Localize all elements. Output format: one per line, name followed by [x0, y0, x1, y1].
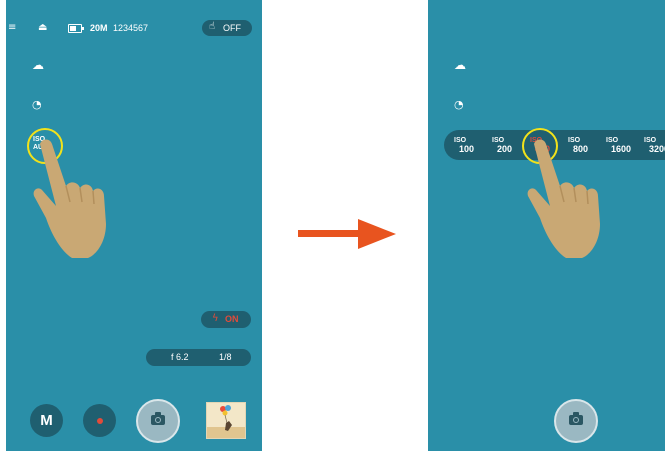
photo-thumbnail[interactable] — [206, 402, 246, 439]
cloud-icon[interactable]: ☁ — [32, 58, 44, 72]
timer-off-icon[interactable]: ◔ — [32, 98, 42, 111]
exposure-readout[interactable]: f 6.2 1/8 — [146, 349, 251, 366]
cloud-icon[interactable]: ☁ — [454, 58, 466, 72]
record-icon — [97, 418, 103, 424]
menu-icon[interactable]: ≡ — [8, 23, 16, 33]
aperture-value: f 6.2 — [171, 352, 189, 362]
touch-hand-icon: ☝ — [209, 21, 216, 32]
flash-toggle[interactable]: ϟ ON — [201, 311, 251, 328]
record-button[interactable] — [83, 404, 116, 437]
touch-shutter-toggle[interactable]: ☝ OFF — [202, 20, 252, 36]
status-bar: ≡ ⏏ 20M 1234567 ☝ OFF — [6, 20, 262, 38]
shot-counter: 1234567 — [113, 23, 149, 33]
iso-option-200[interactable]: ISO 200 — [492, 136, 512, 154]
shutter-button[interactable] — [554, 399, 598, 443]
shutter-button[interactable] — [136, 399, 180, 443]
timer-off-icon[interactable]: ◔ — [454, 98, 464, 111]
eject-icon[interactable]: ⏏ — [38, 22, 47, 33]
thumbnail-image — [207, 403, 245, 438]
iso-option-100[interactable]: ISO 100 — [454, 136, 474, 154]
iso-option-value: 1600 — [611, 144, 632, 154]
iso-option-value: 200 — [497, 144, 513, 154]
camera-icon — [151, 412, 165, 425]
iso-option-1600[interactable]: ISO 1600 — [606, 136, 631, 154]
iso-option-label: ISO — [644, 137, 657, 144]
pointing-hand — [33, 139, 107, 258]
arrow-shaft — [298, 230, 360, 237]
iso-option-3200[interactable]: ISO 3200 — [644, 136, 665, 154]
flash-icon: ϟ — [212, 313, 219, 324]
iso-option-value: 3200 — [649, 144, 665, 154]
touch-shutter-state: OFF — [223, 23, 241, 33]
mode-button[interactable]: M — [30, 404, 63, 437]
iso-option-value: 100 — [459, 144, 475, 154]
arrow-head — [358, 219, 396, 249]
iso-option-label: ISO — [454, 137, 467, 144]
pointing-hand — [527, 139, 600, 258]
camera-screen-before: ≡ ⏏ 20M 1234567 ☝ OFF ☁ ◔ ISO AUTO ϟ ON … — [6, 0, 262, 451]
resolution-label: 20M — [90, 23, 108, 33]
iso-option-label: ISO — [492, 137, 505, 144]
battery-icon — [68, 24, 84, 33]
flash-state: ON — [225, 314, 239, 324]
shutter-speed-value: 1/8 — [219, 352, 232, 362]
camera-icon — [569, 412, 583, 425]
camera-screen-after: ☁ ◔ ISO 100 ISO 200 ISO 400 ISO 800 ISO … — [428, 0, 665, 451]
